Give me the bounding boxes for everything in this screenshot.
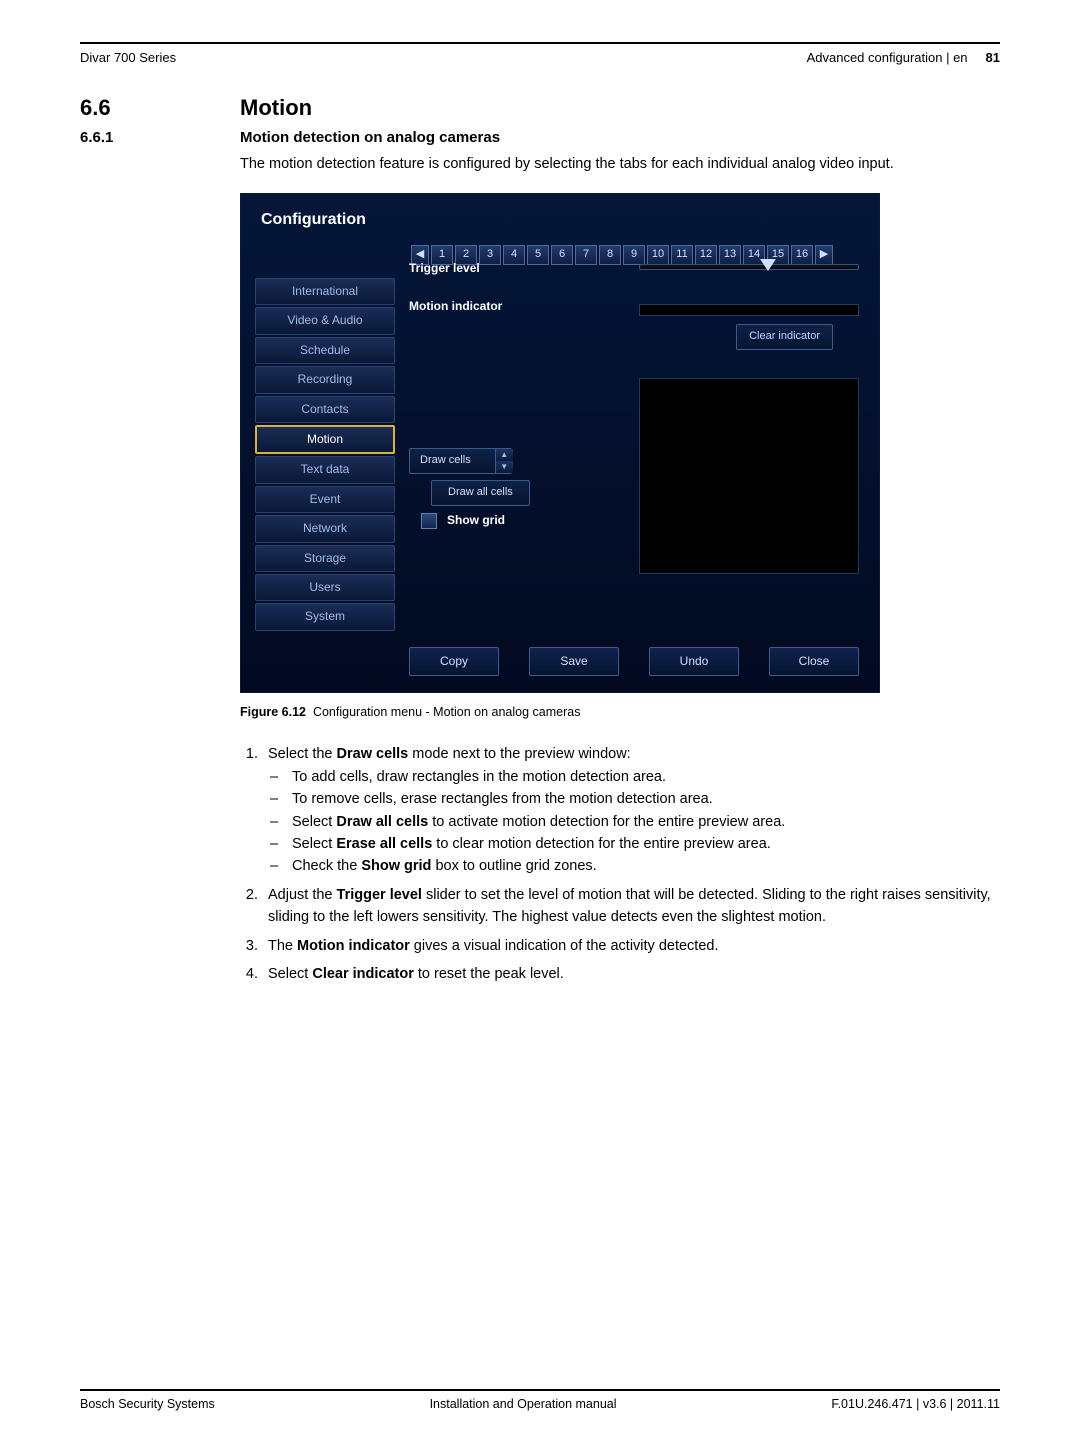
config-title: Configuration — [261, 208, 859, 231]
spinner-down-icon[interactable]: ▼ — [495, 461, 513, 473]
sidebar-item-users[interactable]: Users — [255, 574, 395, 601]
subsection-number: 6.6.1 — [80, 129, 200, 146]
step-1-sub-3: Select Draw all cells to activate motion… — [292, 811, 1000, 833]
sidebar-item-system[interactable]: System — [255, 603, 395, 630]
figure-caption: Figure 6.12 Configuration menu - Motion … — [240, 703, 1000, 721]
subsection-title: Motion detection on analog cameras — [240, 129, 500, 146]
step-1-sub-2: To remove cells, erase rectangles from t… — [292, 788, 1000, 810]
spinner-up-icon[interactable]: ▲ — [495, 449, 513, 461]
instruction-steps: Select the Draw cells mode next to the p… — [240, 743, 1000, 986]
sidebar-item-recording[interactable]: Recording — [255, 366, 395, 393]
motion-indicator-bar — [639, 304, 859, 316]
step-1-sub-1: To add cells, draw rectangles in the mot… — [292, 766, 1000, 788]
sidebar-item-video-audio[interactable]: Video & Audio — [255, 307, 395, 334]
show-grid-checkbox[interactable] — [421, 513, 437, 529]
step-1-sub-4: Select Erase all cells to clear motion d… — [292, 833, 1000, 855]
sidebar-item-international[interactable]: International — [255, 278, 395, 305]
footer-left: Bosch Security Systems — [80, 1397, 215, 1411]
sidebar-item-motion[interactable]: Motion — [255, 425, 395, 454]
sidebar-item-storage[interactable]: Storage — [255, 545, 395, 572]
draw-cells-label: Draw cells — [420, 453, 471, 469]
slider-thumb-icon[interactable] — [760, 259, 776, 271]
motion-indicator-label: Motion indicator — [409, 298, 502, 315]
step-1: Select the Draw cells mode next to the p… — [262, 743, 1000, 878]
step-2: Adjust the Trigger level slider to set t… — [262, 884, 1000, 929]
section-title: Motion — [240, 95, 312, 121]
clear-indicator-button[interactable]: Clear indicator — [736, 324, 833, 350]
copy-button[interactable]: Copy — [409, 647, 499, 676]
config-sidebar: International Video & Audio Schedule Rec… — [255, 278, 395, 631]
sidebar-item-contacts[interactable]: Contacts — [255, 396, 395, 423]
configuration-panel: Configuration ◀ 1 2 3 4 5 6 7 8 9 10 11 … — [240, 193, 880, 693]
sidebar-item-event[interactable]: Event — [255, 486, 395, 513]
step-4: Select Clear indicator to reset the peak… — [262, 963, 1000, 985]
sidebar-item-network[interactable]: Network — [255, 515, 395, 542]
sidebar-item-text-data[interactable]: Text data — [255, 456, 395, 483]
draw-cells-dropdown[interactable]: Draw cells ▲ ▼ — [409, 448, 512, 474]
step-1-sub-5: Check the Show grid box to outline grid … — [292, 855, 1000, 877]
header-left: Divar 700 Series — [80, 50, 176, 65]
step-3: The Motion indicator gives a visual indi… — [262, 935, 1000, 957]
save-button[interactable]: Save — [529, 647, 619, 676]
sidebar-item-schedule[interactable]: Schedule — [255, 337, 395, 364]
header-section: Advanced configuration | en — [807, 50, 968, 65]
trigger-level-label: Trigger level — [409, 260, 480, 277]
config-content: Trigger level Motion indicator Clear ind… — [409, 256, 859, 628]
intro-paragraph: The motion detection feature is configur… — [240, 154, 1000, 175]
section-number: 6.6 — [80, 95, 200, 121]
draw-all-cells-button[interactable]: Draw all cells — [431, 480, 530, 506]
footer-right: F.01U.246.471 | v3.6 | 2011.11 — [831, 1397, 1000, 1411]
footer-center: Installation and Operation manual — [430, 1397, 617, 1411]
preview-window[interactable] — [639, 378, 859, 574]
show-grid-label: Show grid — [447, 512, 505, 529]
trigger-level-slider[interactable] — [639, 264, 859, 270]
undo-button[interactable]: Undo — [649, 647, 739, 676]
close-button[interactable]: Close — [769, 647, 859, 676]
page-number: 81 — [986, 50, 1000, 65]
